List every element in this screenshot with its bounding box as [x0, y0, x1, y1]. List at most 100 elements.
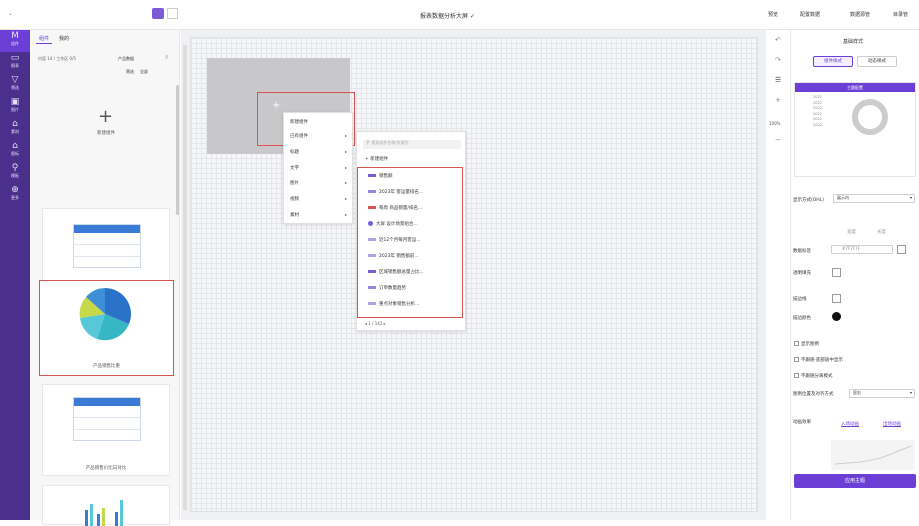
list-item[interactable]: 订单数量趋势 [368, 285, 406, 291]
chevron-right-icon: ▸ [344, 180, 347, 185]
new-component-card[interactable]: + 新建组件 [42, 88, 170, 198]
nav-filters[interactable]: ▽ 筛选 [0, 74, 30, 96]
component-card-table-2[interactable]: 产品销售价比日对比 [42, 384, 170, 476]
tab-dynamic-style[interactable]: 动态样式 [857, 56, 897, 67]
menu-item-material[interactable]: 素材 [290, 212, 299, 218]
material-icon: ⌂ [12, 119, 18, 129]
properties-panel: 基础样式 组件样式 动态样式 主题配置 2022 2022 2022 2022 202… [790, 30, 919, 520]
submenu-new-button[interactable]: + 新建组件 [365, 156, 388, 162]
category-select[interactable]: 产品数据 [118, 56, 134, 62]
menu-item-new[interactable]: 新建组件 [290, 119, 308, 125]
nav-materials[interactable]: ⌂ 素材 [0, 118, 30, 140]
chevron-down-icon: ▾ [909, 195, 912, 200]
config-data-button[interactable]: 配置数据 [800, 11, 820, 18]
chevron-left-icon[interactable]: ◂ [365, 321, 367, 326]
field-label: 显示方式(OHL) [793, 198, 824, 203]
apply-theme-button[interactable]: 应用主题 [794, 474, 916, 488]
crosshair-icon: + [272, 100, 281, 111]
color-swatch[interactable] [897, 245, 906, 254]
fill-toggle[interactable] [832, 268, 841, 277]
image-icon: ▣ [10, 97, 20, 107]
nav-templates[interactable]: ⚲ 模板 [0, 162, 30, 184]
checkbox[interactable] [794, 341, 799, 346]
field-label: 数据标签 [793, 249, 811, 254]
component-panel: 组件 我的 内容 14 / 工作区 0/5 产品数据 ⚲ 筛选 全部 + 新建组… [30, 30, 180, 526]
scrollbar[interactable] [176, 85, 179, 215]
chevron-right-icon: ▸ [344, 165, 347, 170]
component-type-icon [368, 174, 376, 177]
list-item[interactable]: 每周 商品销量/排名... [368, 205, 422, 211]
datasource-button[interactable]: 数据源管 [850, 11, 870, 18]
filter-select[interactable]: 全部 [140, 69, 148, 75]
preview-button[interactable]: 预览 [768, 11, 778, 18]
menu-item-image[interactable]: 图片 [290, 180, 299, 186]
field-label: 宽度 [847, 230, 856, 235]
stroke-toggle[interactable] [832, 294, 841, 303]
list-item[interactable]: 重点对象销售分析... [368, 301, 419, 307]
add-icon[interactable]: + [775, 96, 781, 104]
checkbox-label: 不跟随分离模式 [801, 374, 833, 379]
page-title[interactable]: 报表数据分析大屏 ✓ [420, 11, 475, 20]
field-label: 动画效果 [793, 420, 811, 425]
field-value: 长度 [877, 230, 886, 235]
nav-components[interactable]: M 组件 [0, 30, 30, 52]
component-card-bar[interactable] [42, 485, 170, 526]
component-type-icon [368, 190, 376, 193]
more-icon: ⊕ [11, 185, 19, 195]
nav-charts[interactable]: ▭ 图表 [0, 52, 30, 74]
checkbox[interactable] [794, 357, 799, 362]
tab-exit-animation[interactable]: 出场动画 [883, 421, 901, 427]
list-item[interactable]: 近12个月每月客运... [368, 237, 421, 243]
list-item[interactable]: 2023年 客运量排名... [368, 189, 423, 195]
zoom-level[interactable]: 100% [769, 121, 780, 126]
nav-icons[interactable]: ⌂ 图标 [0, 140, 30, 162]
list-item[interactable]: 大屏 设计场景组合... [368, 221, 418, 227]
tab-mine[interactable]: 我的 [56, 34, 72, 43]
nav-images[interactable]: ▣ 图片 [0, 96, 30, 118]
tab-components[interactable]: 组件 [36, 34, 53, 44]
component-card-pie[interactable]: 产品销售比重 [39, 280, 174, 376]
tab-component-style[interactable]: 组件样式 [813, 56, 853, 67]
chevron-right-icon[interactable]: ▸ [384, 321, 386, 326]
redo-icon[interactable]: ↷ [775, 56, 781, 64]
search-icon[interactable]: ⚲ [165, 55, 169, 61]
animation-preview [831, 440, 915, 470]
menu-item-video[interactable]: 视频 [290, 196, 299, 202]
submenu-pagination[interactable]: ◂ 1 / 142 ▸ [365, 321, 386, 326]
position-select[interactable]: 居右 ▾ [849, 389, 915, 398]
edit-mode-icon[interactable] [152, 8, 164, 19]
directory-button[interactable]: 目录管 [893, 11, 908, 18]
color-input[interactable]: #7F7F7F [831, 245, 893, 254]
checkbox-label: 显示图例 [801, 342, 819, 347]
chevron-right-icon: ▸ [344, 212, 347, 217]
search-icon: ⚲ [366, 140, 370, 146]
component-icon: M [11, 31, 19, 41]
list-item[interactable]: 2023年 销售额前... [368, 253, 419, 259]
chart-icon: ▭ [10, 53, 20, 63]
checkbox[interactable] [794, 373, 799, 378]
table-thumbnail [73, 224, 141, 268]
list-item[interactable]: 区域销售额总量占比... [368, 269, 424, 275]
stroke-color-dot[interactable] [832, 312, 841, 321]
display-mode-select[interactable]: 展示内 ▾ [833, 194, 915, 203]
menu-item-text[interactable]: 文字 [290, 165, 299, 171]
chevron-down-icon[interactable]: ⌄ [8, 10, 13, 17]
submenu-search[interactable]: ⚲ 搜索组件名称/关键字 [363, 140, 461, 149]
list-item[interactable]: 销售额 [368, 173, 393, 179]
donut-preview [852, 99, 888, 135]
context-menu: 新建组件 已有组件 ▸ 标题 ▸ 文字 ▸ 图片 ▸ 视频 ▸ 素材 ▸ [283, 112, 353, 224]
undo-icon[interactable]: ↶ [775, 36, 781, 44]
nav-more[interactable]: ⊕ 更多 [0, 184, 30, 206]
tab-enter-animation[interactable]: 入场动画 [841, 421, 859, 427]
menu-item-existing[interactable]: 已有组件 [290, 133, 308, 139]
component-count: 内容 14 / 工作区 0/5 [38, 56, 76, 61]
layers-icon[interactable]: ☰ [775, 76, 781, 84]
component-type-icon [368, 238, 376, 241]
menu-item-title[interactable]: 标题 [290, 149, 299, 155]
bar-thumbnail [85, 500, 123, 526]
preview-mode-icon[interactable] [167, 8, 178, 19]
minus-icon[interactable]: − [775, 136, 781, 144]
template-icon: ⚲ [11, 163, 19, 173]
style-preview: 主题配置 2022 2022 2022 2022 2022 2022 [794, 82, 916, 177]
chevron-right-icon: ▸ [344, 196, 347, 201]
